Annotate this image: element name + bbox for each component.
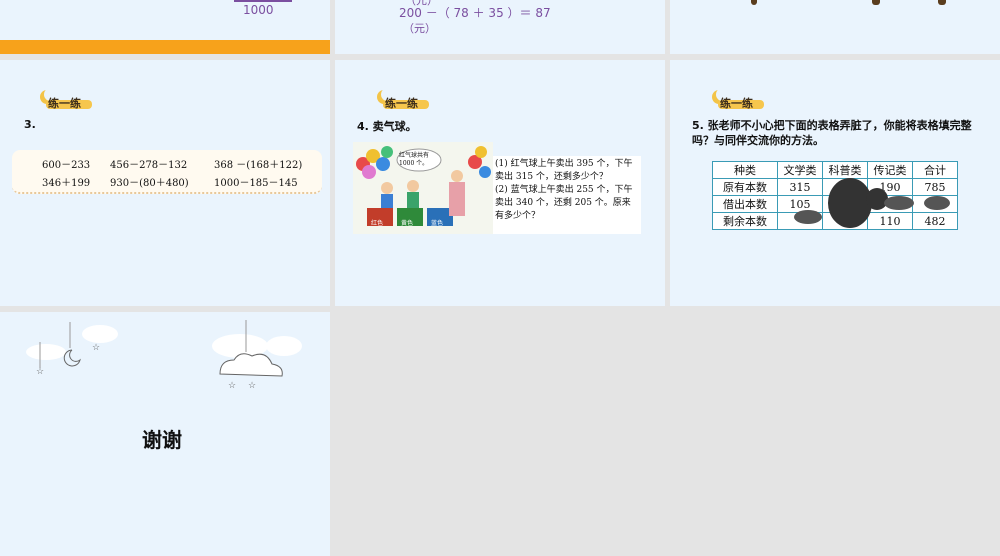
cell: 482 (912, 212, 958, 230)
box-label-yellow: 黄色 (401, 220, 414, 227)
unit-bottom: （元） (403, 22, 436, 35)
practice-badge: 练一练 (377, 88, 437, 110)
box-label-red: 红色 (371, 220, 384, 227)
badge-label: 练一练 (385, 97, 418, 110)
row-label: 借出本数 (712, 195, 778, 213)
balloon-illustration: 红气球共有1000 个。 红色 黄色 蓝色 (353, 142, 493, 234)
q3-r1c1: 600－233 (42, 160, 91, 171)
box-label-blue: 蓝色 (431, 220, 444, 227)
speech-bubble: 红气球共有1000 个。 (399, 152, 430, 167)
q3-r1c2: 456－278－132 (110, 160, 188, 171)
svg-text:☆: ☆ (228, 381, 236, 391)
q4-part1: (1) 红气球上午卖出 395 个，下午卖出 315 个，还剩多少个？ (495, 159, 633, 182)
q3-r1c3: 368 －(168＋122) (214, 160, 303, 171)
cell: 105 (777, 195, 823, 213)
row-label: 原有本数 (712, 178, 778, 196)
tree-trunk-icon (872, 0, 880, 5)
header-type: 种类 (712, 161, 778, 179)
q3-r2c2: 930－(80＋480) (110, 178, 189, 189)
thanks-text: 谢谢 (142, 428, 182, 452)
q3-r2c3: 1000－185－145 (214, 178, 298, 189)
slide-5[interactable]: 练一练 4. 卖气球。 红气球共有1000 个。 红色 黄色 蓝色 (1) 红气… (335, 60, 665, 306)
value-text: 1000 (243, 3, 274, 17)
slide-3[interactable] (670, 0, 1000, 54)
ink-stain-icon (924, 196, 950, 210)
ink-stain-icon (828, 178, 872, 228)
svg-text:☆: ☆ (36, 367, 44, 377)
practice-badge: 练一练 (712, 88, 772, 110)
practice-badge: 练一练 (40, 88, 100, 110)
row-label: 剩余本数 (712, 212, 778, 230)
ink-stain-icon (884, 196, 914, 210)
ink-stain-icon (794, 210, 822, 224)
q3-r2c1: 346＋199 (42, 178, 91, 189)
slide-7[interactable]: ☆ ☆ ☆ ☆ 谢谢 (0, 312, 330, 556)
header-literature: 文学类 (777, 161, 823, 179)
divider-line (234, 0, 292, 2)
header-science: 科普类 (822, 161, 868, 179)
cell: 110 (867, 212, 913, 230)
slide-6[interactable]: 练一练 5. 张老师不小心把下面的表格弄脏了，你能将表格填完整吗？与同伴交流你的… (670, 60, 1000, 306)
q4-title: 4. 卖气球。 (357, 120, 417, 133)
exercise-card: 600－233 456－278－132 368 －(168＋122) 346＋1… (12, 150, 322, 194)
slide-2[interactable]: （元） 200 －（ 78 ＋ 35 ）＝ 87 （元） (335, 0, 665, 54)
svg-text:☆: ☆ (248, 381, 256, 391)
header-total: 合计 (912, 161, 958, 179)
q5-title: 5. 张老师不小心把下面的表格弄脏了，你能将表格填完整吗？与同伴交流你的方法。 (692, 119, 972, 147)
q3-title: 3. (24, 118, 36, 131)
equation: 200 －（ 78 ＋ 35 ）＝ 87 (399, 6, 551, 20)
badge-label: 练一练 (720, 97, 753, 110)
night-sky-decoration-icon: ☆ ☆ ☆ ☆ (26, 320, 302, 391)
tree-trunk-icon (938, 0, 946, 5)
cell: 785 (912, 178, 958, 196)
slide-4[interactable]: 练一练 3. 600－233 456－278－132 368 －(168＋122… (0, 60, 330, 306)
q4-part2: (2) 蓝气球上午卖出 255 个，下午卖出 340 个，还剩 205 个。原来… (495, 185, 633, 221)
tree-trunk-icon (751, 0, 757, 5)
question-box: (1) 红气球上午卖出 395 个，下午卖出 315 个，还剩多少个？ (2) … (493, 156, 641, 234)
badge-label: 练一练 (48, 97, 81, 110)
svg-text:☆: ☆ (92, 343, 100, 353)
cell: 315 (777, 178, 823, 196)
header-biography: 传记类 (867, 161, 913, 179)
slide-1[interactable]: 1000 (0, 0, 330, 54)
orange-bar (0, 40, 330, 54)
